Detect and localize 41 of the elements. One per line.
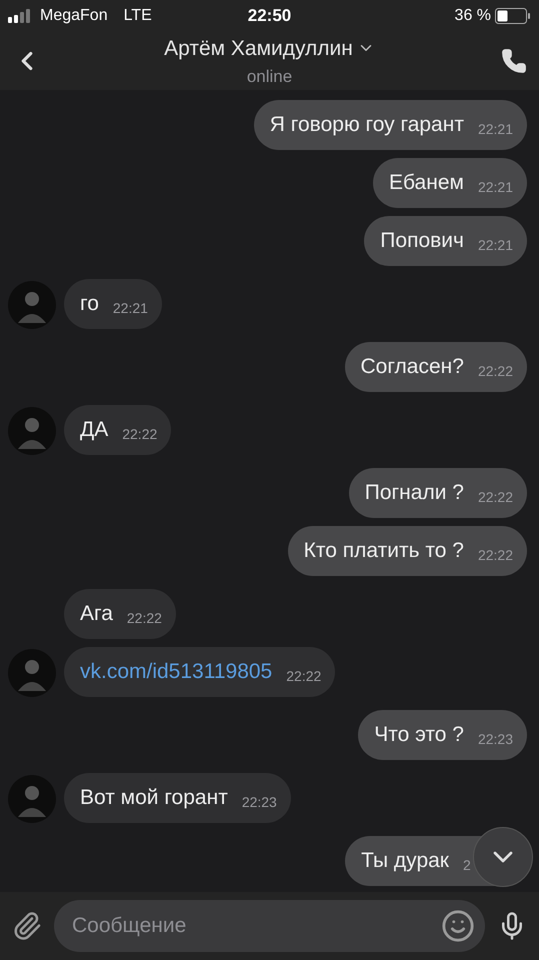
message-text: Кто платить то ? [304, 538, 464, 564]
message-time: 22:21 [478, 120, 513, 138]
message-time: 22:22 [122, 424, 158, 444]
message-time: 22:21 [478, 236, 513, 254]
message-time: 22:22 [478, 488, 513, 506]
clock: 22:50 [248, 5, 292, 28]
contact-name[interactable]: Артём Хамидуллин [164, 32, 353, 64]
message-text: Согласен? [360, 354, 464, 380]
message-time: 22:22 [478, 546, 513, 564]
message-time: 22:23 [242, 792, 277, 812]
message-text: го [80, 291, 99, 318]
message-text: Ебанем [389, 170, 464, 196]
message-time: 2 [463, 856, 472, 874]
message-text: Я говорю гоу гарант [270, 112, 464, 138]
message-time: 22:23 [478, 730, 513, 748]
battery-icon [495, 8, 532, 24]
message-text: ДА [80, 417, 108, 444]
emoji-icon[interactable] [441, 909, 475, 943]
message-input[interactable]: Сообщение [54, 900, 485, 952]
profile-link[interactable]: vk.com/id513119805 [80, 656, 272, 688]
avatar[interactable] [8, 649, 56, 697]
carrier-name: MegaFon [40, 6, 108, 26]
avatar[interactable] [8, 281, 56, 329]
avatar[interactable] [8, 775, 56, 823]
message-text: Что это ? [374, 722, 464, 748]
message-text: Ты дурак [361, 848, 449, 874]
online-status: online [246, 66, 292, 88]
message-time: 22:22 [478, 362, 513, 380]
message-time: 22:22 [126, 608, 162, 628]
message-time: 22:22 [286, 666, 322, 686]
message-text: Вот мой горант [80, 785, 228, 812]
message-text: Ага [80, 601, 113, 628]
network-type: LTE [124, 6, 152, 26]
message-time: 22:21 [112, 298, 148, 318]
battery-percent: 36 % [454, 6, 492, 26]
message-text: Погнали ? [364, 480, 464, 506]
message-time: 22:21 [478, 178, 513, 196]
message-text: Попович [380, 228, 464, 254]
avatar[interactable] [8, 407, 56, 455]
attach-button[interactable] [12, 911, 42, 941]
signal-icon [8, 9, 32, 23]
